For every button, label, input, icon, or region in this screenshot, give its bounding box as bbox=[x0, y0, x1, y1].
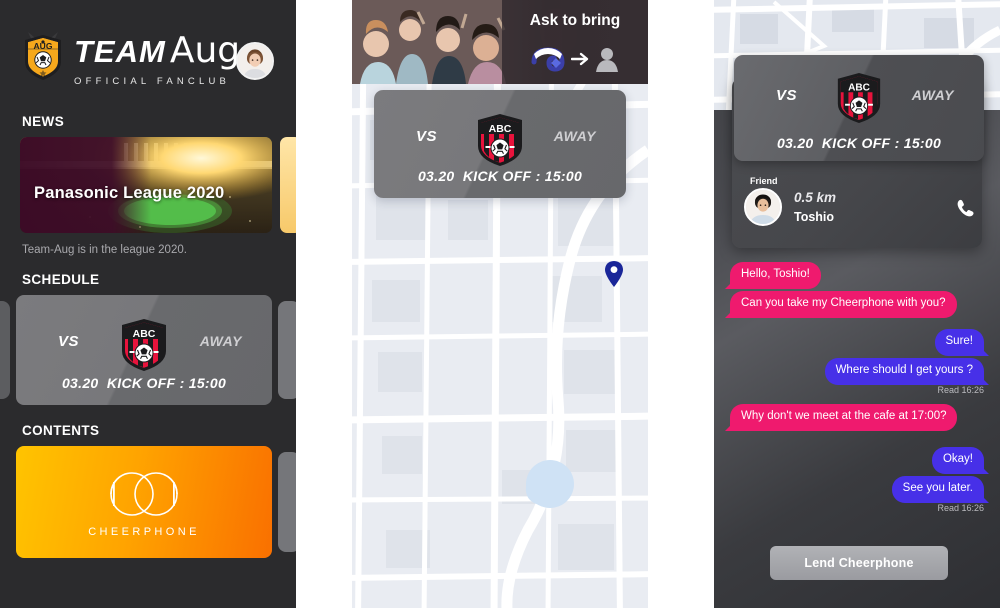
schedule-match-card[interactable]: VS ABC AWAY 03.20 KICK OFF: 15:00 bbox=[16, 295, 272, 405]
chat-bubble-outgoing-3[interactable]: Okay! bbox=[931, 447, 990, 474]
brand-subtitle: OFFICIAL FANCLUB bbox=[74, 76, 231, 87]
news-title: Panasonic League 2020 bbox=[34, 184, 225, 202]
match-date: 03.20 bbox=[61, 375, 99, 391]
match-vs-label: VS bbox=[58, 333, 80, 350]
panel-map-ask-to-bring: Ask to bring VS ABC AWAY 03.20 KICK OFF … bbox=[352, 0, 648, 608]
chat-friend-avatar bbox=[744, 188, 782, 226]
map-match-away-label: AWAY bbox=[553, 128, 596, 144]
match-kickoff-row: 03.20 KICK OFF : 15:00 bbox=[16, 375, 272, 391]
news-card[interactable]: Panasonic League 2020 bbox=[20, 137, 272, 233]
match-vs-row: VS ABC AWAY bbox=[16, 317, 272, 371]
person-icon bbox=[596, 48, 618, 72]
lend-cheerphone-button[interactable]: Lend Cheerphone bbox=[770, 546, 948, 580]
panel-chat: VS ABC AWAY 03.20 KICK OFF: 15:00 Frien… bbox=[714, 0, 1000, 608]
cheerphone-icon bbox=[531, 47, 565, 72]
svg-text:ABC: ABC bbox=[489, 123, 512, 135]
chat-opponent-badge-icon: ABC bbox=[834, 71, 884, 125]
map-match-vs-row: VS ABC AWAY bbox=[374, 112, 626, 166]
chat-bubble-incoming-2[interactable]: Can you take my Cheerphone with you? bbox=[725, 291, 957, 318]
ask-to-bring-panel: Ask to bring bbox=[502, 0, 648, 84]
chat-bubble-outgoing-1[interactable]: Sure! bbox=[934, 329, 989, 356]
chat-match-date: 03.20 bbox=[776, 135, 814, 151]
chat-bubble-incoming-1[interactable]: Hello, Toshio! bbox=[725, 262, 821, 289]
chat-match-card[interactable]: VS ABC AWAY 03.20 KICK OFF: 15:00 bbox=[734, 55, 984, 161]
chat-bubble-outgoing-4[interactable]: See you later. bbox=[891, 476, 990, 503]
schedule-card-prev-peek[interactable] bbox=[0, 301, 10, 399]
cheerphone-logo-icon bbox=[105, 468, 183, 525]
schedule-card-next-peek[interactable] bbox=[278, 301, 296, 399]
section-title-contents: CONTENTS bbox=[22, 423, 100, 438]
cheerphone-content-card[interactable]: CHEERPHONE bbox=[16, 446, 272, 558]
wordmark-aug: Aug bbox=[169, 30, 241, 71]
chat-match-vs-row: VS ABC AWAY bbox=[734, 71, 984, 123]
chat-friend-distance: 0.5 km bbox=[794, 190, 837, 205]
chat-friend-relation-label: Friend bbox=[750, 176, 778, 186]
contents-section: CONTENTS CHEERPHONE bbox=[0, 423, 296, 558]
ask-to-bring-title: Ask to bring bbox=[529, 12, 621, 29]
map-match-card[interactable]: VS ABC AWAY 03.20 KICK OFF: 15:00 bbox=[374, 90, 626, 198]
chat-match-kickoff-row: 03.20 KICK OFF : 15:00 bbox=[734, 135, 984, 151]
ask-to-bring-icons bbox=[502, 42, 648, 76]
stadium-photo-strip: Ask to bring bbox=[352, 0, 648, 84]
svg-text:ABC: ABC bbox=[133, 328, 156, 340]
map-match-vs-label: VS bbox=[416, 128, 438, 145]
section-title-news: NEWS bbox=[22, 114, 65, 129]
map-opponent-badge-icon: ABC bbox=[474, 112, 526, 168]
read-receipt-2: Read 16:26 bbox=[937, 503, 984, 513]
arrow-right-icon bbox=[571, 52, 589, 66]
map-match-date: 03.20 bbox=[417, 168, 455, 184]
chat-bubble-outgoing-2[interactable]: Where should I get yours ? bbox=[824, 358, 990, 385]
chat-match-vs-label: VS bbox=[776, 87, 798, 104]
panel-fanclub-home: AUG TEAM Aug OFFICIAL FANCLUB NEWS Panas… bbox=[0, 0, 296, 608]
section-title-schedule: SCHEDULE bbox=[22, 272, 100, 287]
chat-match-away-label: AWAY bbox=[911, 87, 954, 103]
team-crest-icon: AUG bbox=[20, 26, 66, 84]
opponent-badge-icon: ABC bbox=[118, 317, 170, 373]
schedule-section: SCHEDULE VS ABC AWAY 03.20 KICK OFF: 15… bbox=[0, 272, 296, 405]
news-carousel[interactable]: Panasonic League 2020 bbox=[0, 137, 296, 233]
user-avatar[interactable] bbox=[236, 42, 274, 80]
match-kickoff-time: KICK OFF : 15:00 bbox=[106, 375, 227, 391]
screenshot-stage: AUG TEAM Aug OFFICIAL FANCLUB NEWS Panas… bbox=[0, 0, 1000, 608]
news-caption: Team-Aug is in the league 2020. bbox=[22, 244, 187, 256]
svg-text:ABC: ABC bbox=[848, 82, 870, 93]
chat-bubble-incoming-3[interactable]: Why don't we meet at the cafe at 17:00? bbox=[724, 404, 958, 431]
app-header: AUG TEAM Aug OFFICIAL FANCLUB bbox=[0, 0, 296, 112]
news-section: NEWS Panasonic League 2020 Team-Aug is i… bbox=[0, 114, 296, 256]
match-away-label: AWAY bbox=[199, 333, 242, 349]
read-receipt-1: Read 16:26 bbox=[937, 385, 984, 395]
map-match-kickoff-row: 03.20 KICK OFF : 15:00 bbox=[374, 168, 626, 184]
brand-wordmark: TEAM Aug OFFICIAL FANCLUB bbox=[74, 30, 240, 87]
news-card-next-peek[interactable] bbox=[280, 137, 296, 233]
cheerphone-product-name: CHEERPHONE bbox=[88, 526, 200, 538]
nearby-pin-top-right[interactable] bbox=[604, 260, 624, 293]
phone-icon[interactable] bbox=[954, 198, 976, 220]
chat-match-kickoff-time: KICK OFF : 15:00 bbox=[821, 135, 942, 151]
wordmark-team: TEAM bbox=[74, 34, 166, 69]
map-match-kickoff-time: KICK OFF : 15:00 bbox=[462, 168, 583, 184]
chat-friend-name: Toshio bbox=[794, 210, 835, 224]
contents-carousel[interactable]: CHEERPHONE bbox=[0, 446, 296, 558]
schedule-carousel[interactable]: VS ABC AWAY 03.20 KICK OFF: 15:00 bbox=[0, 295, 296, 405]
contents-card-next-peek[interactable] bbox=[278, 452, 296, 552]
